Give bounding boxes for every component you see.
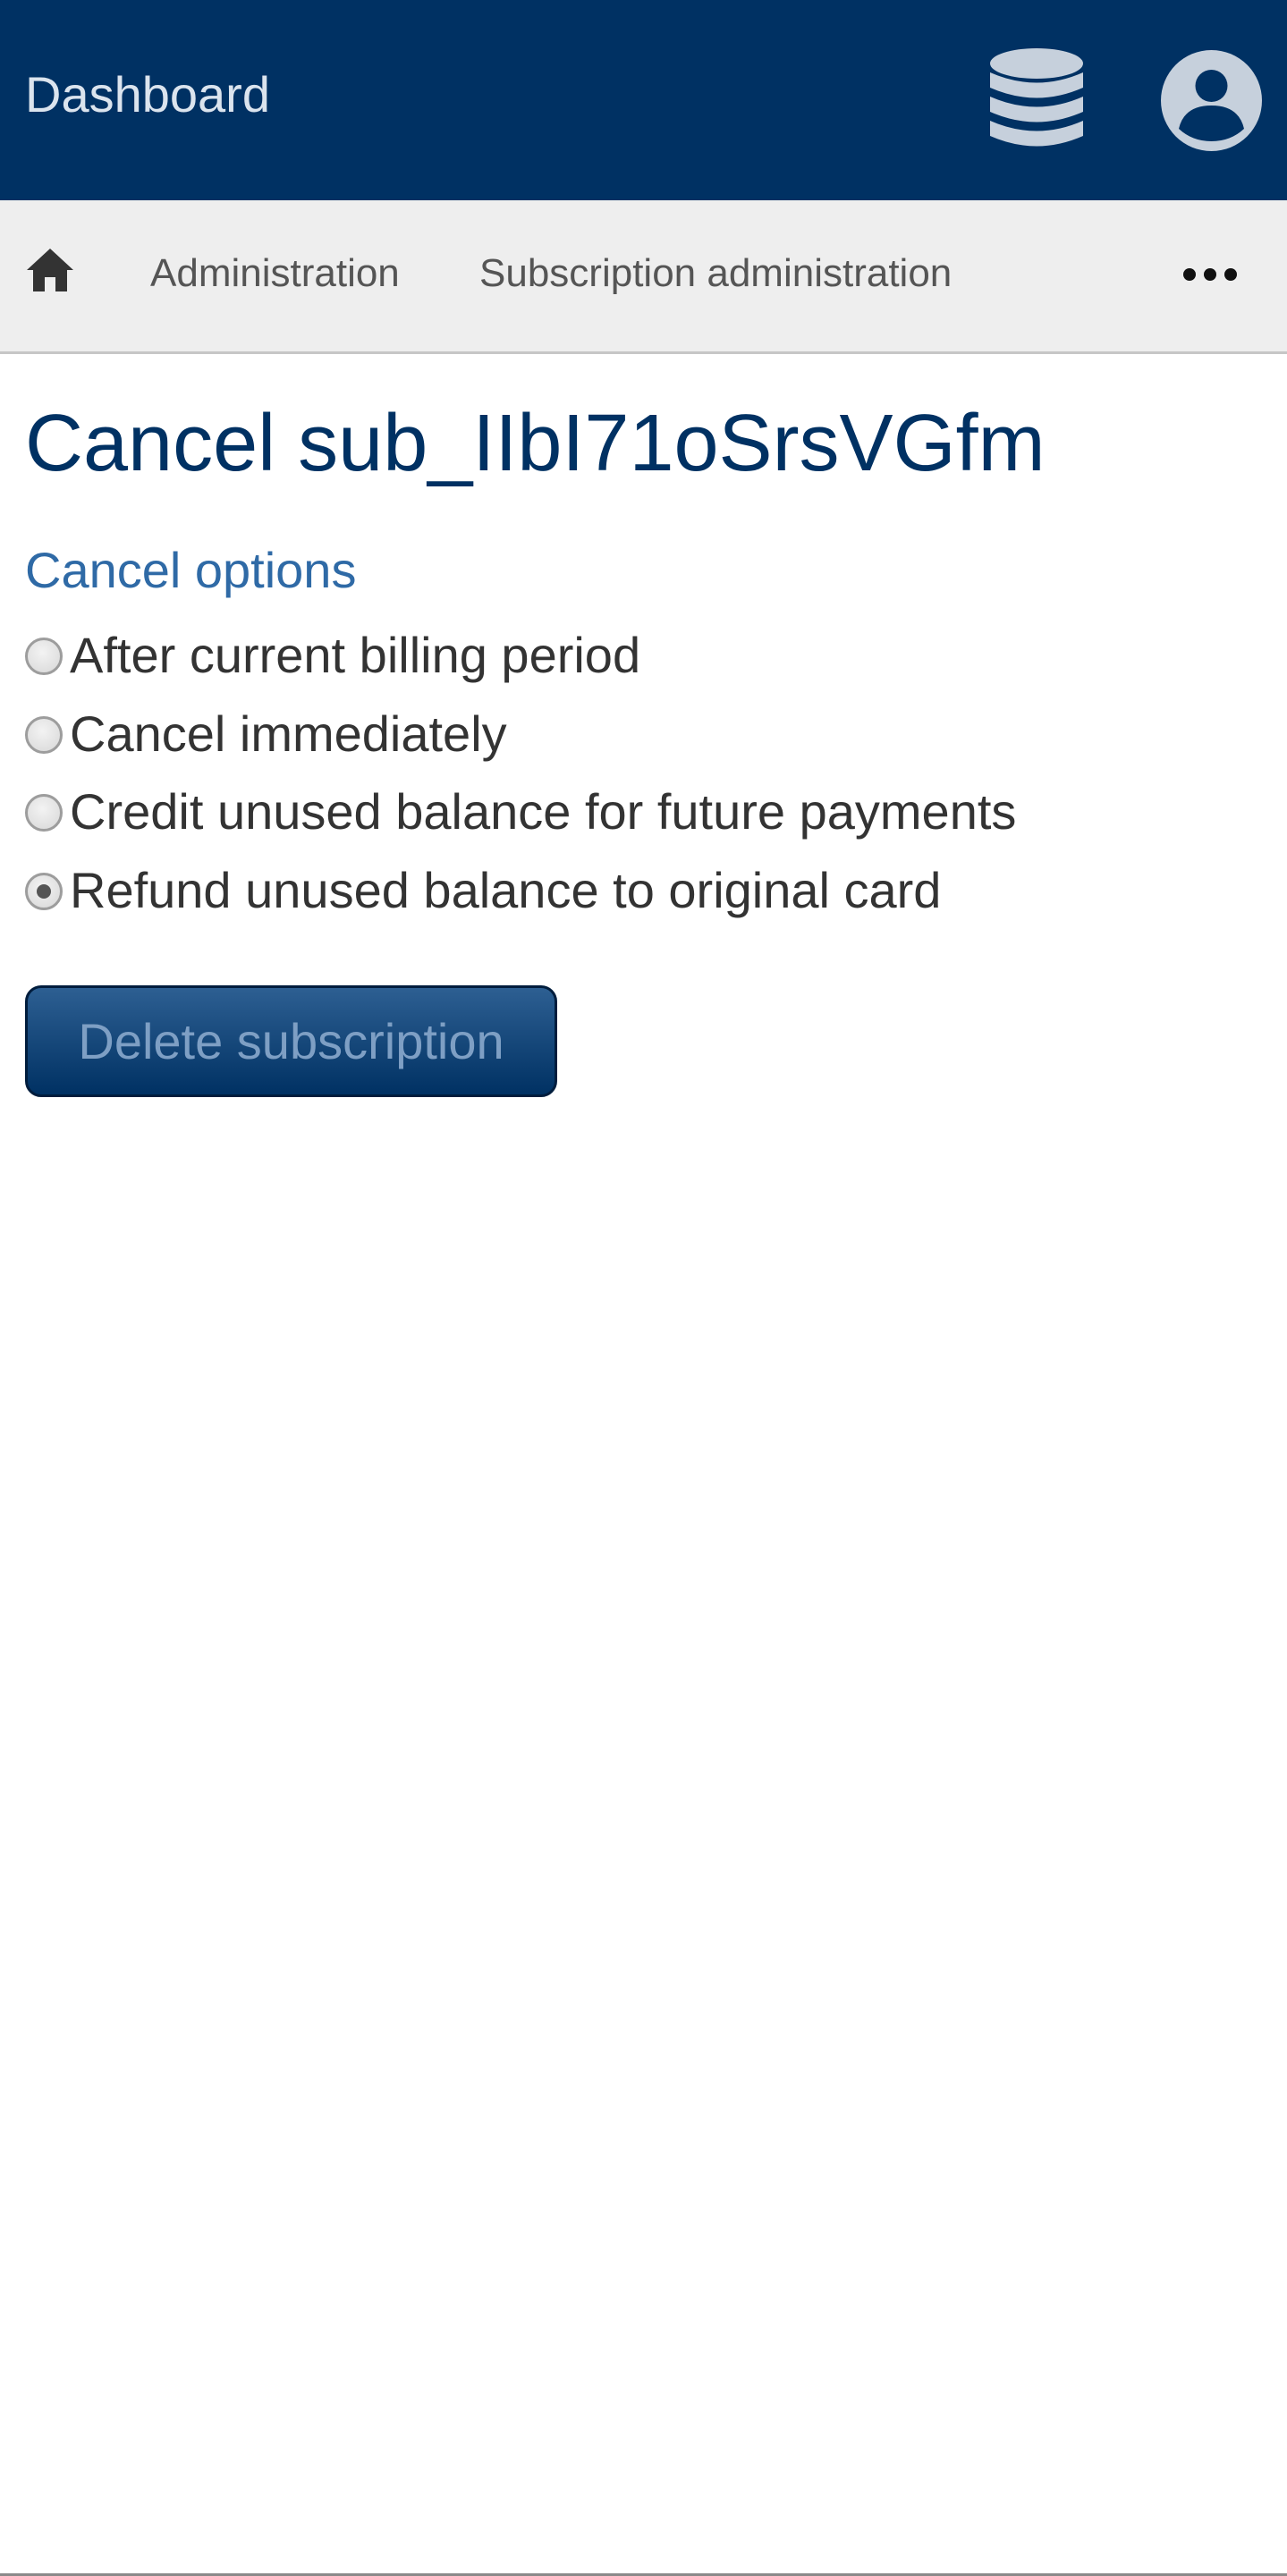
radio-credit-unused-balance[interactable] [25, 794, 63, 832]
radio-after-billing-period[interactable] [25, 638, 63, 675]
radio-refund-to-card[interactable] [25, 873, 63, 910]
user-account-icon[interactable] [1161, 50, 1262, 151]
cancel-options-heading: Cancel options [25, 542, 357, 598]
option-label: After current billing period [70, 627, 641, 683]
more-horizontal-icon[interactable] [1182, 261, 1238, 288]
option-label: Credit unused balance for future payment… [70, 783, 1017, 840]
radio-cancel-immediately[interactable] [25, 716, 63, 754]
dashboard-link[interactable]: Dashboard [25, 63, 270, 127]
top-navbar: Dashboard [0, 0, 1287, 200]
home-icon[interactable] [25, 247, 75, 293]
breadcrumb-item-subscription-administration[interactable]: Subscription administration [479, 250, 952, 297]
option-label: Cancel immediately [70, 705, 507, 762]
database-icon[interactable] [988, 46, 1085, 152]
delete-subscription-button[interactable]: Delete subscription [25, 985, 557, 1097]
page-title: Cancel sub_IIbI71oSrsVGfm [25, 399, 1046, 488]
breadcrumb-item-administration[interactable]: Administration [150, 250, 400, 297]
option-label: Refund unused balance to original card [70, 862, 942, 918]
